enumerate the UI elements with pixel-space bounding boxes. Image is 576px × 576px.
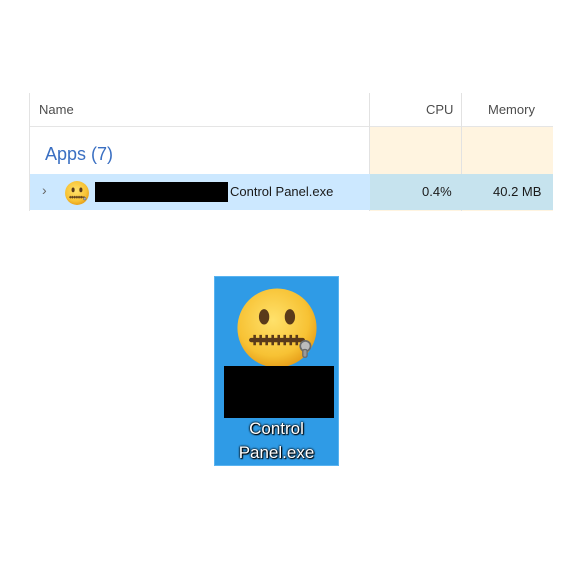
group-header-apps: Apps (7): [45, 144, 114, 164]
expand-chevron-icon[interactable]: ›: [42, 182, 47, 198]
desktop-icon-control-panel[interactable]: Control Panel.exe: [214, 276, 339, 466]
column-header-cpu[interactable]: CPU: [426, 102, 453, 117]
process-row[interactable]: › Control Panel.exe 0.4% 40.2 MB: [30, 174, 553, 210]
process-cpu-value: 0.4%: [422, 184, 452, 199]
caption-line-1: Control: [249, 419, 304, 438]
process-name: Control Panel.exe: [230, 184, 334, 199]
redaction-bar: [95, 182, 228, 202]
column-header-name[interactable]: Name: [39, 102, 74, 117]
desktop-icon-caption: Control Panel.exe: [215, 417, 338, 465]
caption-line-2: Panel.exe: [238, 443, 315, 462]
zipper-mouth-face-icon: [237, 288, 317, 368]
process-memory-value: 40.2 MB: [493, 184, 542, 199]
task-manager-panel: Name CPU Memory Apps (7) › Control Panel…: [29, 93, 553, 211]
column-header-memory[interactable]: Memory: [488, 102, 535, 117]
zipper-mouth-face-icon: [65, 181, 89, 205]
redaction-bar: [224, 366, 334, 418]
column-header-bar: Name CPU Memory: [30, 93, 553, 127]
